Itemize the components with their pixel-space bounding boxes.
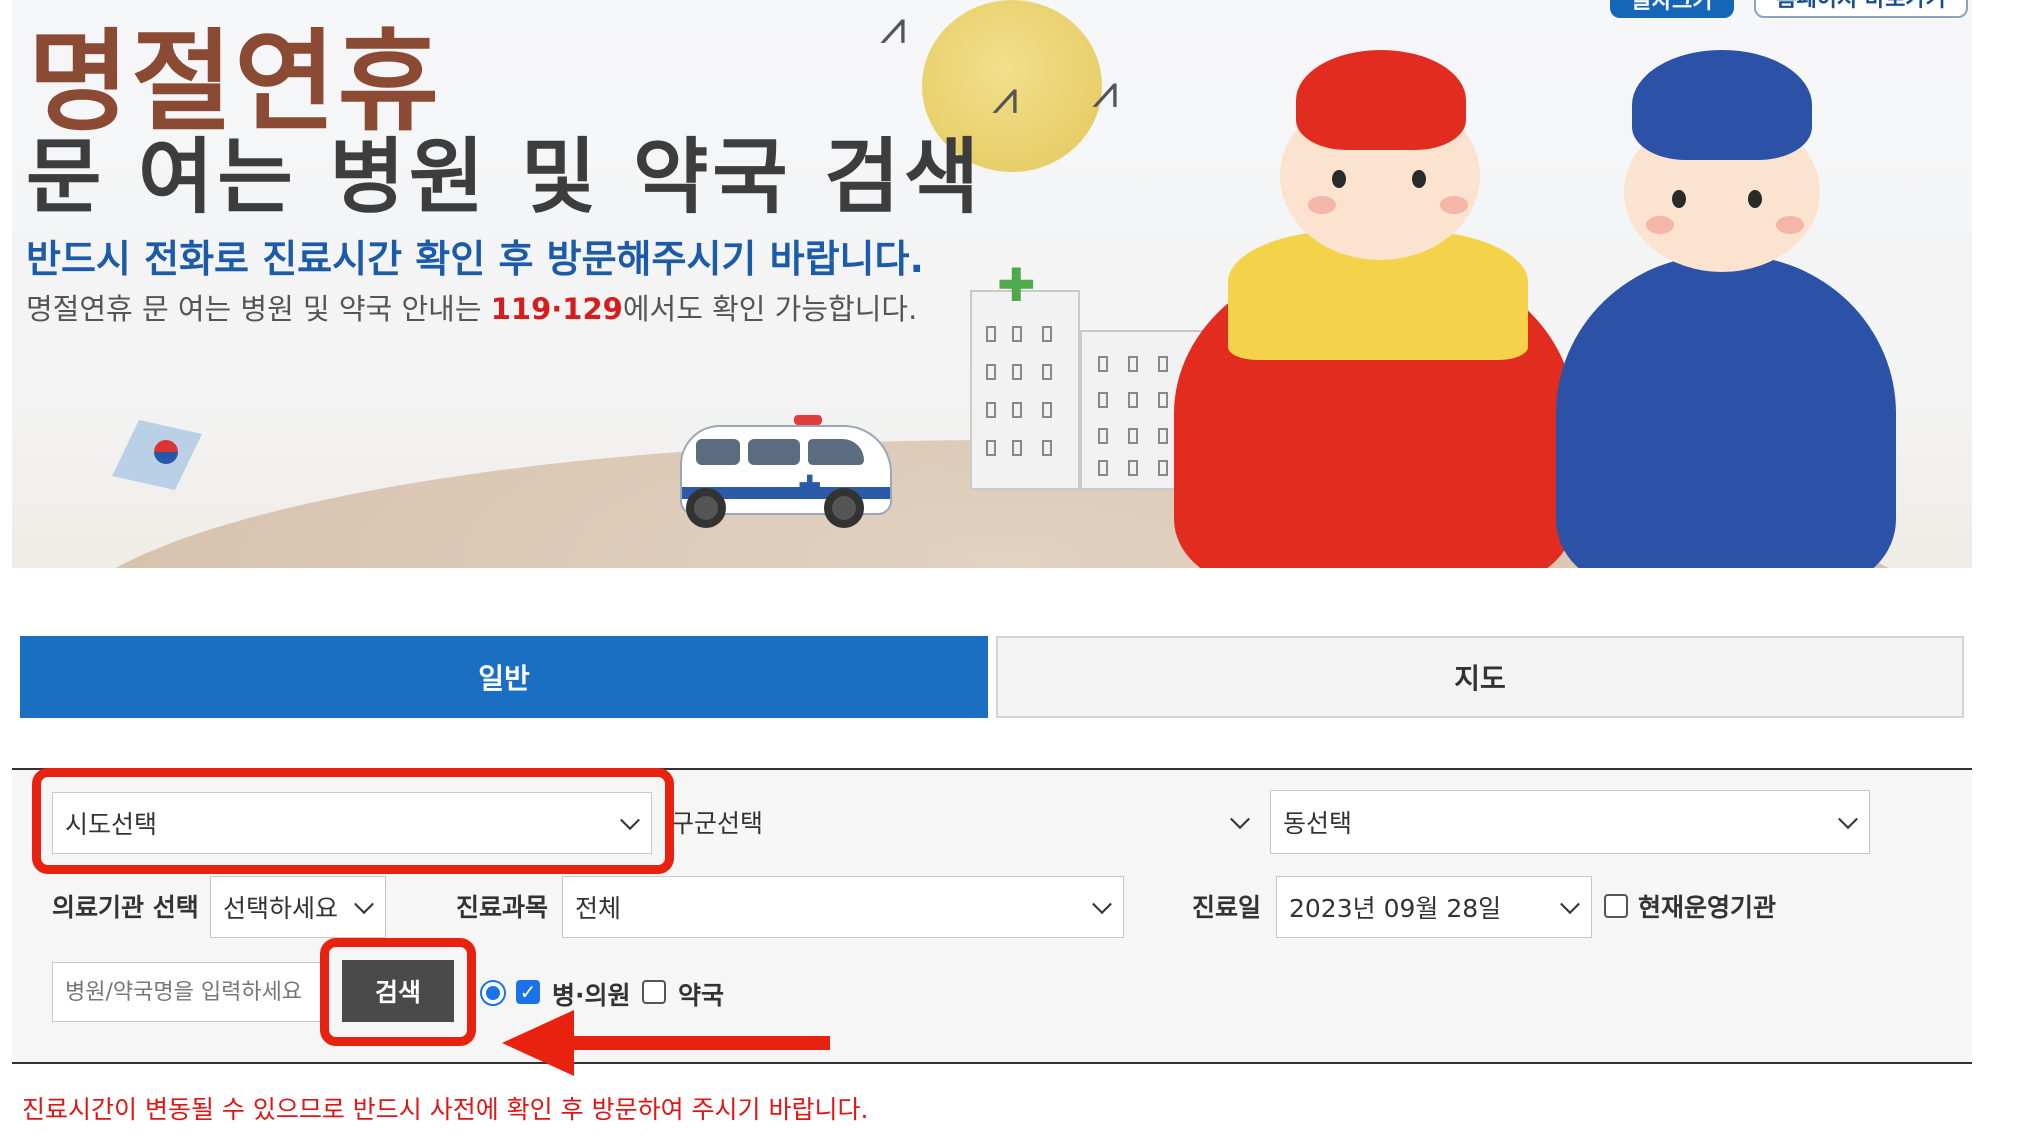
open-now-checkbox[interactable] (1604, 894, 1628, 918)
date-select-value: 2023년 09월 28일 (1289, 894, 1502, 923)
institution-select-value: 선택하세요 (223, 894, 339, 923)
institution-select[interactable]: 선택하세요 (210, 876, 386, 938)
crane-icon: ⩘ (1092, 64, 1118, 118)
date-select[interactable]: 2023년 09월 28일 (1276, 876, 1592, 938)
gugun-select-value: 구군선택 (671, 809, 764, 838)
search-highlight-annotation (320, 938, 476, 1046)
banner-notice-secondary: 명절연휴 문 여는 병원 및 약국 안내는 119·129에서도 확인 가능합니… (26, 292, 918, 326)
emergency-number: 119·129 (490, 292, 623, 326)
font-size-button[interactable]: 글자크기 (1610, 0, 1734, 18)
date-label: 진료일 (1192, 893, 1262, 922)
chevron-down-icon (1838, 809, 1858, 830)
medical-cross-icon: ✚ (997, 258, 1036, 312)
homepage-link-button[interactable]: 홈페이지 바로가기 (1754, 0, 1968, 18)
pharmacy-label: 약국 (678, 981, 725, 1010)
hospital-label: 병·의원 (552, 981, 631, 1010)
chevron-down-icon (1560, 894, 1580, 915)
check-icon: ✓ (519, 980, 537, 1004)
banner-subtitle: 문 여는 병원 및 약국 검색 (26, 130, 984, 225)
pharmacy-checkbox[interactable] (642, 980, 666, 1004)
hospital-building-illustration (970, 290, 1080, 490)
wheel-icon (824, 488, 864, 528)
type-radio[interactable] (480, 980, 506, 1006)
boy-hanbok-illustration (1556, 255, 1896, 568)
institution-label: 의료기관 선택 (52, 893, 199, 922)
department-select-value: 전체 (575, 894, 622, 923)
tab-general[interactable]: 일반 (20, 636, 988, 718)
chevron-down-icon (1092, 894, 1112, 915)
visit-notice: 진료시간이 변동될 수 있으므로 반드시 사전에 확인 후 방문하여 주시기 바… (22, 1095, 869, 1124)
arrow-shaft (560, 1036, 830, 1050)
sido-highlight-annotation (32, 768, 674, 874)
chevron-down-icon (1230, 809, 1250, 830)
banner-notice-primary: 반드시 전화로 진료시간 확인 후 방문해주시기 바랍니다. (26, 237, 924, 281)
department-label: 진료과목 (456, 893, 549, 922)
chevron-down-icon (354, 894, 374, 915)
taegeuk-icon (154, 440, 178, 464)
dong-select-value: 동선택 (1283, 809, 1353, 838)
hospital-name-input[interactable] (52, 962, 322, 1022)
crane-icon: ⩘ (880, 0, 906, 54)
wheel-icon (686, 488, 726, 528)
department-select[interactable]: 전체 (562, 876, 1124, 938)
crane-icon: ⩘ (992, 70, 1018, 124)
banner: ⩘ ⩘ ⩘ ✚ ✚ 명절연휴 문 여는 병원 및 약국 검색 반드시 전화로 진… (12, 0, 1972, 568)
dong-select[interactable]: 동선택 (1270, 790, 1870, 854)
hospital-checkbox[interactable]: ✓ (516, 980, 540, 1004)
tab-map[interactable]: 지도 (996, 636, 1964, 718)
gugun-select[interactable]: 구군선택 (662, 790, 1262, 854)
open-now-label: 현재운영기관 (1638, 893, 1777, 922)
